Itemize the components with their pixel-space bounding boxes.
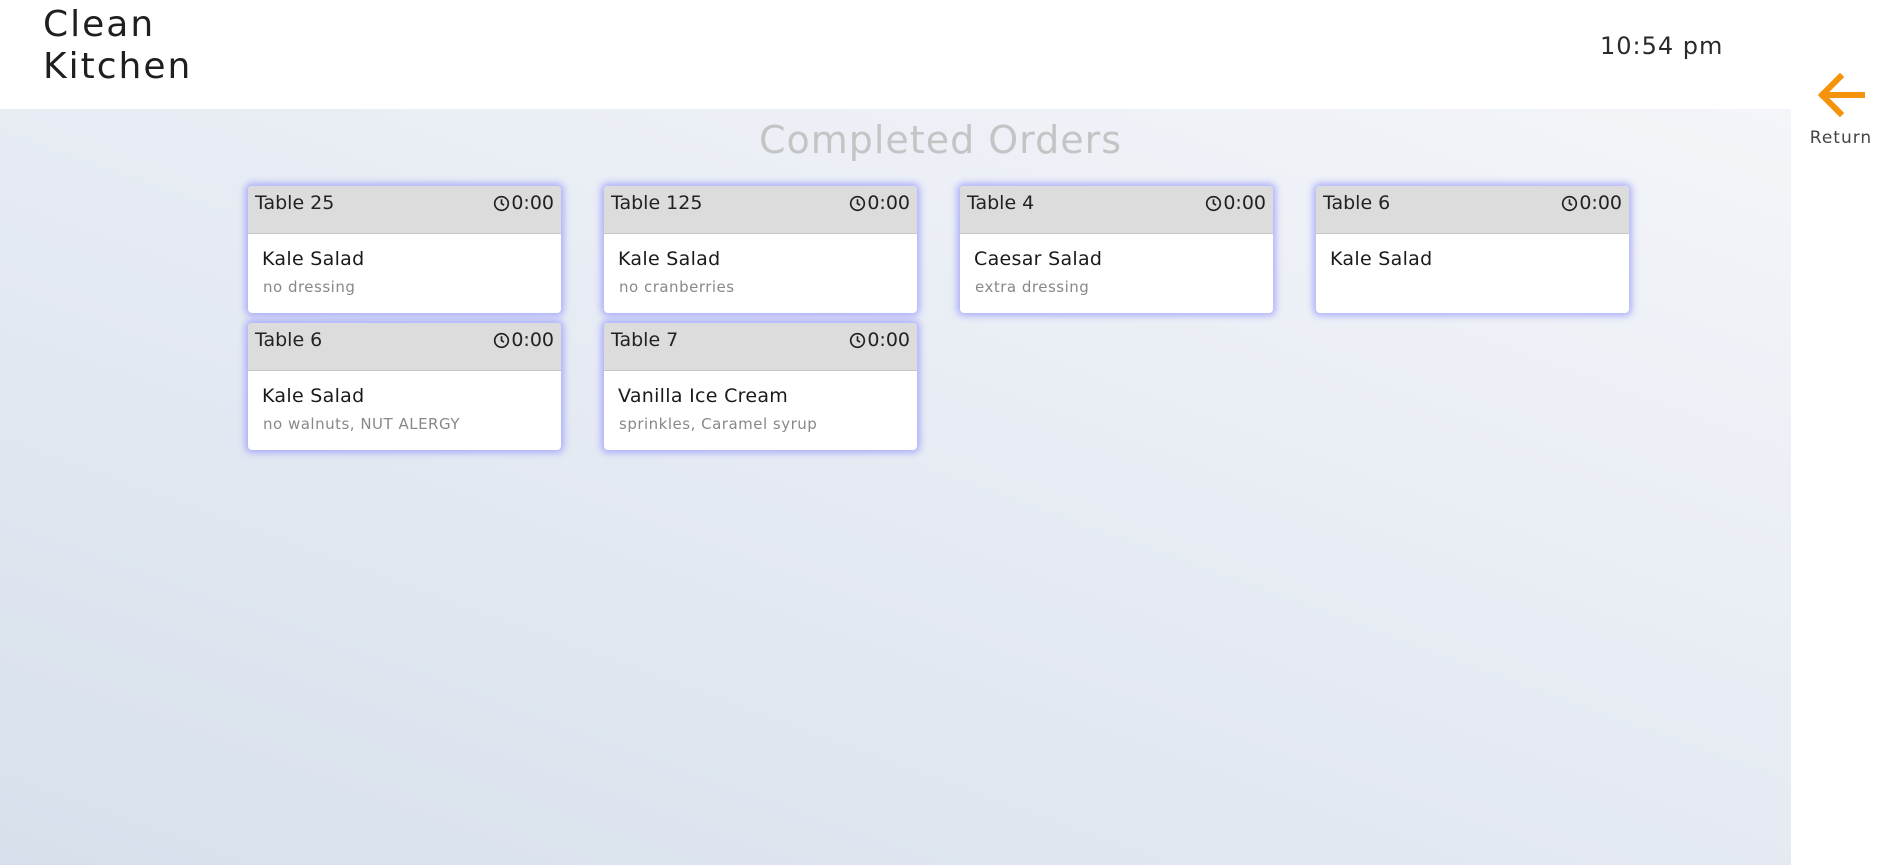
order-timer: 0:00 xyxy=(849,192,910,214)
timer-value: 0:00 xyxy=(867,329,910,351)
return-label: Return xyxy=(1809,128,1873,148)
order-header: Table 25 0:00 xyxy=(248,186,561,234)
item-note: sprinkles, Caramel syrup xyxy=(619,415,818,433)
timer-value: 0:00 xyxy=(511,192,554,214)
item-name: Kale Salad xyxy=(1330,248,1433,270)
order-table: Table 4 xyxy=(967,192,1035,214)
order-header: Table 6 0:00 xyxy=(1316,186,1629,234)
item-note: no cranberries xyxy=(619,278,735,296)
timer-value: 0:00 xyxy=(867,192,910,214)
brand-title: Clean Kitchen xyxy=(43,4,192,88)
brand-line-1: Clean xyxy=(43,4,156,45)
order-table: Table 6 xyxy=(255,329,323,351)
timer-value: 0:00 xyxy=(511,329,554,351)
item-name: Caesar Salad xyxy=(974,248,1103,270)
order-header: Table 7 0:00 xyxy=(604,323,917,371)
order-card[interactable]: Table 4 0:00 Caesar Salad extra dressing xyxy=(960,186,1273,313)
timer-value: 0:00 xyxy=(1579,192,1622,214)
item-name: Kale Salad xyxy=(618,248,721,270)
clock-icon xyxy=(494,332,510,348)
order-timer: 0:00 xyxy=(493,329,554,351)
order-card[interactable]: Table 125 0:00 Kale Salad no cranberries xyxy=(604,186,917,313)
item-name: Vanilla Ice Cream xyxy=(618,385,789,407)
order-header: Table 6 0:00 xyxy=(248,323,561,371)
return-button[interactable]: Return xyxy=(1806,72,1876,148)
item-note: no walnuts, NUT ALERGY xyxy=(263,415,461,433)
order-card[interactable]: Table 25 0:00 Kale Salad no dressing xyxy=(248,186,561,313)
order-card[interactable]: Table 6 0:00 Kale Salad no walnuts, NUT … xyxy=(248,323,561,450)
order-body: Kale Salad no walnuts, NUT ALERGY xyxy=(248,371,561,433)
order-table: Table 6 xyxy=(1323,192,1391,214)
order-table: Table 7 xyxy=(611,329,679,351)
page-title: Completed Orders xyxy=(758,118,1123,162)
order-body: Kale Salad xyxy=(1316,234,1629,270)
order-timer: 0:00 xyxy=(849,329,910,351)
order-body: Kale Salad no cranberries xyxy=(604,234,917,296)
order-table: Table 25 xyxy=(255,192,335,214)
clock-icon xyxy=(494,195,510,211)
order-timer: 0:00 xyxy=(1205,192,1266,214)
arrow-left-icon xyxy=(1817,72,1865,118)
order-body: Kale Salad no dressing xyxy=(248,234,561,296)
clock-icon xyxy=(850,195,866,211)
item-note: extra dressing xyxy=(975,278,1090,296)
order-header: Table 125 0:00 xyxy=(604,186,917,234)
item-note: no dressing xyxy=(263,278,356,296)
order-body: Vanilla Ice Cream sprinkles, Caramel syr… xyxy=(604,371,917,433)
order-timer: 0:00 xyxy=(493,192,554,214)
order-body: Caesar Salad extra dressing xyxy=(960,234,1273,296)
order-table: Table 125 xyxy=(611,192,703,214)
clock-icon xyxy=(850,332,866,348)
clock-icon xyxy=(1562,195,1578,211)
timer-value: 0:00 xyxy=(1223,192,1266,214)
order-header: Table 4 0:00 xyxy=(960,186,1273,234)
order-card[interactable]: Table 6 0:00 Kale Salad xyxy=(1316,186,1629,313)
order-card[interactable]: Table 7 0:00 Vanilla Ice Cream sprinkles… xyxy=(604,323,917,450)
clock-icon xyxy=(1206,195,1222,211)
orders-grid: Table 25 0:00 Kale Salad no dressing Tab… xyxy=(248,186,1633,450)
brand-line-2: Kitchen xyxy=(43,46,193,87)
order-timer: 0:00 xyxy=(1561,192,1622,214)
current-time: 10:54 pm xyxy=(1600,32,1724,60)
item-name: Kale Salad xyxy=(262,248,365,270)
item-name: Kale Salad xyxy=(262,385,365,407)
